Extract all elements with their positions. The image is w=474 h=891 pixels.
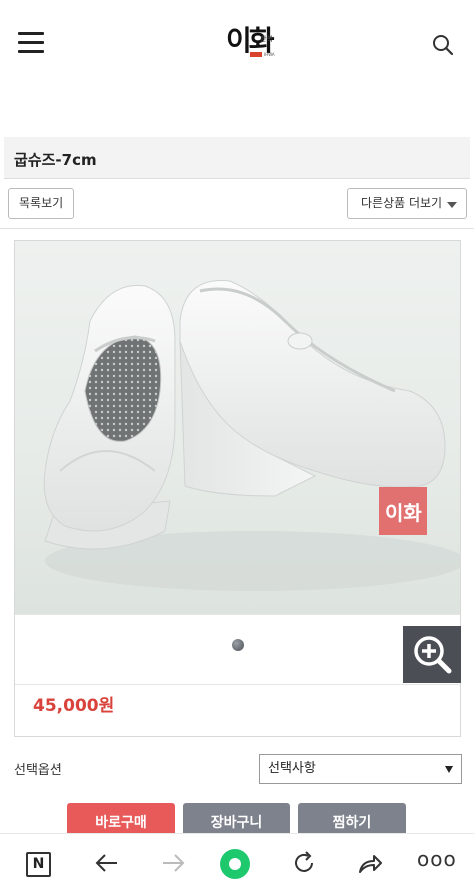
- back-arrow-icon[interactable]: [92, 848, 122, 878]
- divider: [0, 228, 474, 229]
- gallery-pagination: [15, 614, 460, 684]
- pagination-dot[interactable]: [232, 639, 244, 651]
- logo-subtext: 한복: [260, 35, 273, 43]
- option-select[interactable]: 선택사항: [259, 754, 462, 784]
- site-header: 이화 한복 IHWA: [0, 0, 474, 90]
- search-icon[interactable]: [432, 34, 454, 56]
- price-row: 45,000원: [15, 684, 460, 736]
- home-green-icon[interactable]: [220, 849, 250, 879]
- zoom-in-icon[interactable]: [403, 626, 461, 683]
- more-products-dropdown[interactable]: 다른상품 더보기: [347, 188, 467, 219]
- product-card: 이화 45,000원: [14, 240, 461, 737]
- logo-red-tag: [250, 52, 262, 57]
- list-view-button[interactable]: 목록보기: [8, 188, 75, 219]
- forward-arrow-icon[interactable]: [158, 848, 188, 878]
- dropdown-arrow-icon: [445, 766, 453, 773]
- product-photo[interactable]: 이화: [15, 241, 460, 614]
- mobile-shop-page: 이화 한복 IHWA 굽슈즈-7cm 목록보기 다른상품 더보기 이화 45,0…: [0, 0, 474, 891]
- product-title: 굽슈즈-7cm: [14, 151, 97, 169]
- logo-tiny-text: IHWA: [264, 52, 275, 57]
- site-logo[interactable]: 이화 한복 IHWA: [226, 26, 282, 62]
- browser-bottom-bar: N ooo: [0, 833, 474, 891]
- refresh-icon[interactable]: [289, 848, 319, 878]
- watermark-logo-text: 이화: [385, 501, 422, 525]
- more-products-label: 다른상품 더보기: [361, 196, 443, 210]
- product-price: 45,000원: [33, 696, 115, 716]
- option-selected-value: 선택사항: [268, 761, 316, 776]
- naver-n-icon[interactable]: N: [26, 852, 51, 877]
- hamburger-menu-icon[interactable]: [18, 32, 44, 54]
- option-label: 선택옵션: [14, 763, 62, 778]
- share-arrow-icon[interactable]: [355, 848, 385, 878]
- caret-down-icon: [447, 202, 457, 208]
- product-title-bar: 굽슈즈-7cm: [4, 137, 470, 179]
- more-dots-icon[interactable]: ooo: [417, 849, 456, 869]
